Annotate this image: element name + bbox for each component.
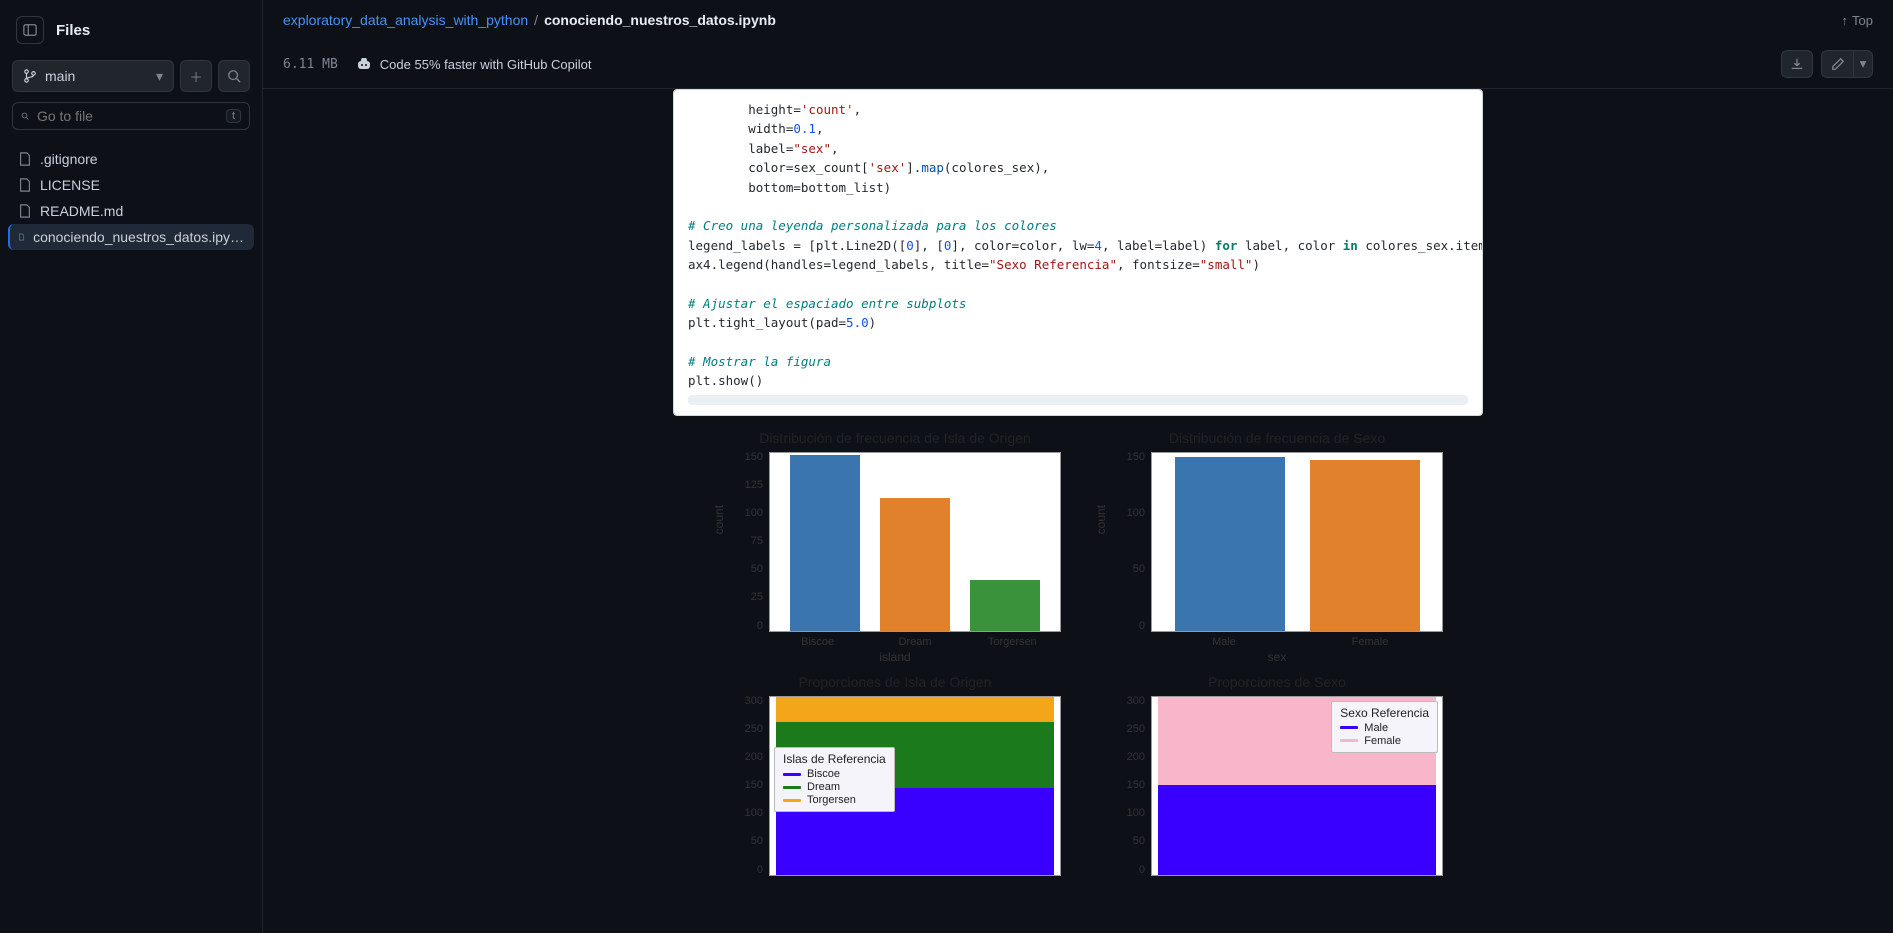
chevron-down-icon: ▾ <box>156 68 163 85</box>
file-name: conociendo_nuestros_datos.ipy… <box>33 229 244 245</box>
copilot-icon <box>356 56 372 72</box>
pencil-icon <box>1831 57 1845 71</box>
search-icon <box>21 109 29 123</box>
chart-sex-prop: Proporciones de Sexo 300250200150100500 … <box>1111 674 1443 876</box>
chart-island-prop: Proporciones de Isla de Origen 300250200… <box>729 674 1061 876</box>
file-size: 6.11 MB <box>283 57 338 72</box>
sidebar-toggle-button[interactable] <box>16 16 44 44</box>
breadcrumb: exploratory_data_analysis_with_python / … <box>263 0 1893 40</box>
search-files-button[interactable] <box>218 60 250 92</box>
code-scrollbar[interactable] <box>688 395 1468 405</box>
goto-shortcut-kbd: t <box>226 109 241 123</box>
file-item[interactable]: .gitignore <box>8 146 254 172</box>
chart-sex-freq: Distribución de frecuencia de Sexo count… <box>1111 430 1443 664</box>
file-list: .gitignore LICENSE README.md conociendo_… <box>0 140 262 256</box>
sidebar: Files main ▾ ＋ t .gitignore <box>0 0 263 933</box>
branch-name: main <box>45 68 75 84</box>
breadcrumb-parent-link[interactable]: exploratory_data_analysis_with_python <box>283 12 528 28</box>
charts-output: Distribución de frecuencia de Isla de Or… <box>729 430 1443 876</box>
plus-icon: ＋ <box>189 67 202 86</box>
breadcrumb-sep: / <box>534 12 538 28</box>
breadcrumb-current: conociendo_nuestros_datos.ipynb <box>544 12 776 28</box>
file-item-active[interactable]: conociendo_nuestros_datos.ipy… <box>8 224 254 250</box>
sidebar-title: Files <box>56 22 90 39</box>
edit-button[interactable] <box>1821 50 1853 78</box>
add-file-button[interactable]: ＋ <box>180 60 212 92</box>
panel-icon <box>23 23 37 37</box>
copilot-link[interactable]: Code 55% faster with GitHub Copilot <box>356 56 592 72</box>
arrow-up-icon: ↑ <box>1842 13 1849 28</box>
edit-dropdown-button[interactable]: ▾ <box>1853 50 1873 78</box>
download-icon <box>1790 57 1804 71</box>
file-icon <box>18 178 32 192</box>
goto-file-input[interactable] <box>37 108 218 124</box>
main-content: exploratory_data_analysis_with_python / … <box>263 0 1893 933</box>
file-name: README.md <box>40 203 123 219</box>
branch-icon <box>23 69 37 83</box>
top-link[interactable]: ↑ Top <box>1842 13 1873 28</box>
branch-select-button[interactable]: main ▾ <box>12 60 174 92</box>
goto-file-input-wrap[interactable]: t <box>12 102 250 130</box>
code-cell: height='count', width=0.1, label="sex", … <box>673 89 1483 416</box>
search-icon <box>227 69 241 83</box>
download-button[interactable] <box>1781 50 1813 78</box>
file-icon <box>18 152 32 166</box>
file-item[interactable]: LICENSE <box>8 172 254 198</box>
file-icon <box>18 204 32 218</box>
notebook-content[interactable]: height='count', width=0.1, label="sex", … <box>263 89 1893 933</box>
file-name: .gitignore <box>40 151 98 167</box>
file-icon <box>18 230 25 244</box>
file-item[interactable]: README.md <box>8 198 254 224</box>
file-toolbar: 6.11 MB Code 55% faster with GitHub Copi… <box>263 40 1893 89</box>
chevron-down-icon: ▾ <box>1860 56 1867 72</box>
chart-island-freq: Distribución de frecuencia de Isla de Or… <box>729 430 1061 664</box>
file-name: LICENSE <box>40 177 100 193</box>
